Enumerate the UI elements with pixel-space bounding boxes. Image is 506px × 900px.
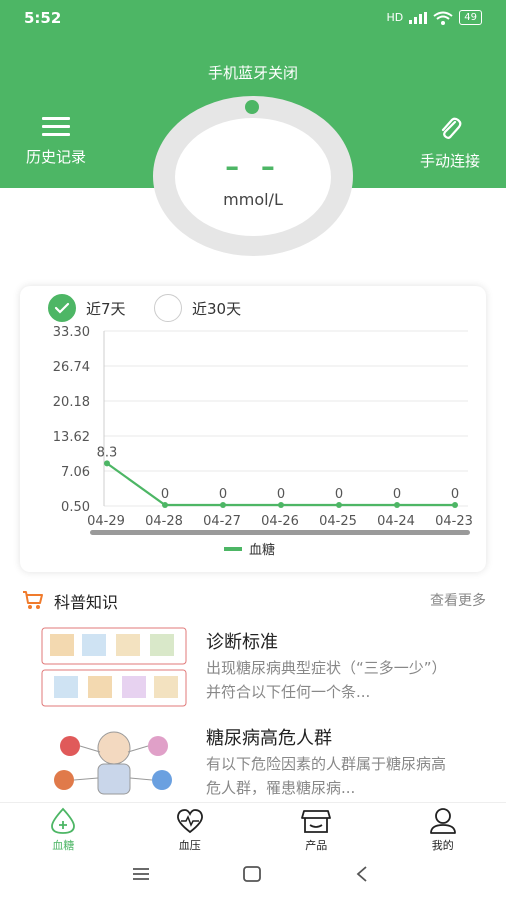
data-label: 0 <box>393 487 401 502</box>
data-point <box>162 502 168 508</box>
drop-plus-icon <box>51 807 76 834</box>
y-tick-label: 20.18 <box>53 395 90 410</box>
data-label: 0 <box>161 487 169 502</box>
glucose-line-chart: 33.30 26.74 20.18 13.62 7.06 0.50 04-29 04-28 0… <box>53 325 473 558</box>
y-tick-label: 13.62 <box>53 430 90 445</box>
y-tick-label: 33.30 <box>53 325 90 340</box>
x-tick-label: 04-25 <box>319 514 357 529</box>
science-section-header: 科普知识 查看更多 <box>22 588 486 612</box>
chart-scrollbar[interactable] <box>90 530 470 535</box>
data-label: 0 <box>451 487 459 502</box>
article-item[interactable]: 糖尿病高危人群 有以下危险因素的人群属于糖尿病高危人群，罹患糖尿病... <box>40 722 486 804</box>
legend-label: 血糖 <box>249 542 275 558</box>
x-tick-label: 04-28 <box>145 514 183 529</box>
person-icon <box>429 808 456 834</box>
system-nav-bar <box>0 854 506 900</box>
data-point <box>336 502 342 508</box>
tab-products[interactable]: 产品 <box>253 803 380 854</box>
data-label: 0 <box>335 487 343 502</box>
y-tick-label: 7.06 <box>61 465 90 480</box>
recent-apps-icon[interactable] <box>131 864 151 884</box>
store-icon <box>301 810 332 833</box>
legend-swatch <box>224 547 242 551</box>
signal-icon <box>409 11 428 24</box>
tab-profile[interactable]: 我的 <box>380 803 506 854</box>
x-tick-label: 04-29 <box>87 514 125 529</box>
status-icons: HD 49 <box>387 10 482 25</box>
article-description: 出现糖尿病典型症状（“三多一少”）并符合以下任何一个条... <box>206 659 447 701</box>
cart-icon <box>23 591 43 609</box>
back-icon[interactable] <box>352 864 372 884</box>
status-time: 5:52 <box>24 9 62 27</box>
menu-icon <box>42 117 70 136</box>
data-point <box>278 502 284 508</box>
data-label: 8.3 <box>97 445 118 460</box>
history-label: 历史记录 <box>25 148 86 166</box>
data-label: 0 <box>277 487 285 502</box>
data-label: 0 <box>219 487 227 502</box>
manual-connect-button[interactable]: 手动连接 <box>412 116 488 171</box>
data-point <box>394 502 400 508</box>
data-point <box>452 502 458 508</box>
paperclip-icon <box>441 117 462 139</box>
science-section-title: 科普知识 <box>54 593 119 612</box>
status-bar: 5:52 HD 49 <box>0 0 506 40</box>
battery-indicator: 49 <box>459 10 482 25</box>
article-title: 诊断标准 <box>206 632 278 653</box>
data-point <box>104 460 110 467</box>
bluetooth-status: 手机蓝牙关闭 <box>207 64 298 82</box>
article-description: 有以下危险因素的人群属于糖尿病高危人群，罹患糖尿病... <box>206 755 447 797</box>
history-button[interactable]: 历史记录 <box>18 116 94 167</box>
reading-unit: mmol/L <box>223 190 283 209</box>
x-tick-label: 04-26 <box>261 514 299 529</box>
x-tick-label: 04-27 <box>203 514 241 529</box>
tab-blood-pressure[interactable]: 血压 <box>127 803 254 854</box>
tab-glucose-label: 血糖 <box>52 839 75 852</box>
see-more-link[interactable]: 查看更多 <box>430 590 486 610</box>
gauge-indicator-dot <box>245 100 259 114</box>
tab-profile-label: 我的 <box>431 839 454 852</box>
y-tick-label: 26.74 <box>53 360 90 375</box>
tab-glucose[interactable]: 血糖 <box>0 803 127 854</box>
tab-blood-pressure-label: 血压 <box>178 839 201 852</box>
manual-connect-label: 手动连接 <box>419 152 480 170</box>
wifi-icon <box>433 11 453 25</box>
network-label: HD <box>386 11 404 24</box>
article-thumbnail-high-risk <box>40 722 188 804</box>
x-tick-label: 04-24 <box>377 514 415 529</box>
y-tick-label: 0.50 <box>61 500 90 515</box>
article-item[interactable]: 诊断标准 出现糖尿病典型症状（“三多一少”）并符合以下任何一个条... <box>40 626 486 708</box>
tab-products-label: 产品 <box>305 839 328 852</box>
article-thumbnail-diagnosis <box>40 626 188 708</box>
glucose-chart-card: 近7天 近30天 33.30 26.74 20.18 13.62 7.06 0.50 04… <box>20 286 486 572</box>
bottom-tab-bar: 血糖 血压 产品 我的 <box>0 802 506 854</box>
article-title: 糖尿病高危人群 <box>206 728 332 749</box>
heart-pulse-icon <box>176 809 203 834</box>
x-tick-label: 04-23 <box>435 514 473 529</box>
home-icon[interactable] <box>242 864 262 884</box>
data-point <box>220 502 226 508</box>
reading-value: – – <box>225 150 281 183</box>
